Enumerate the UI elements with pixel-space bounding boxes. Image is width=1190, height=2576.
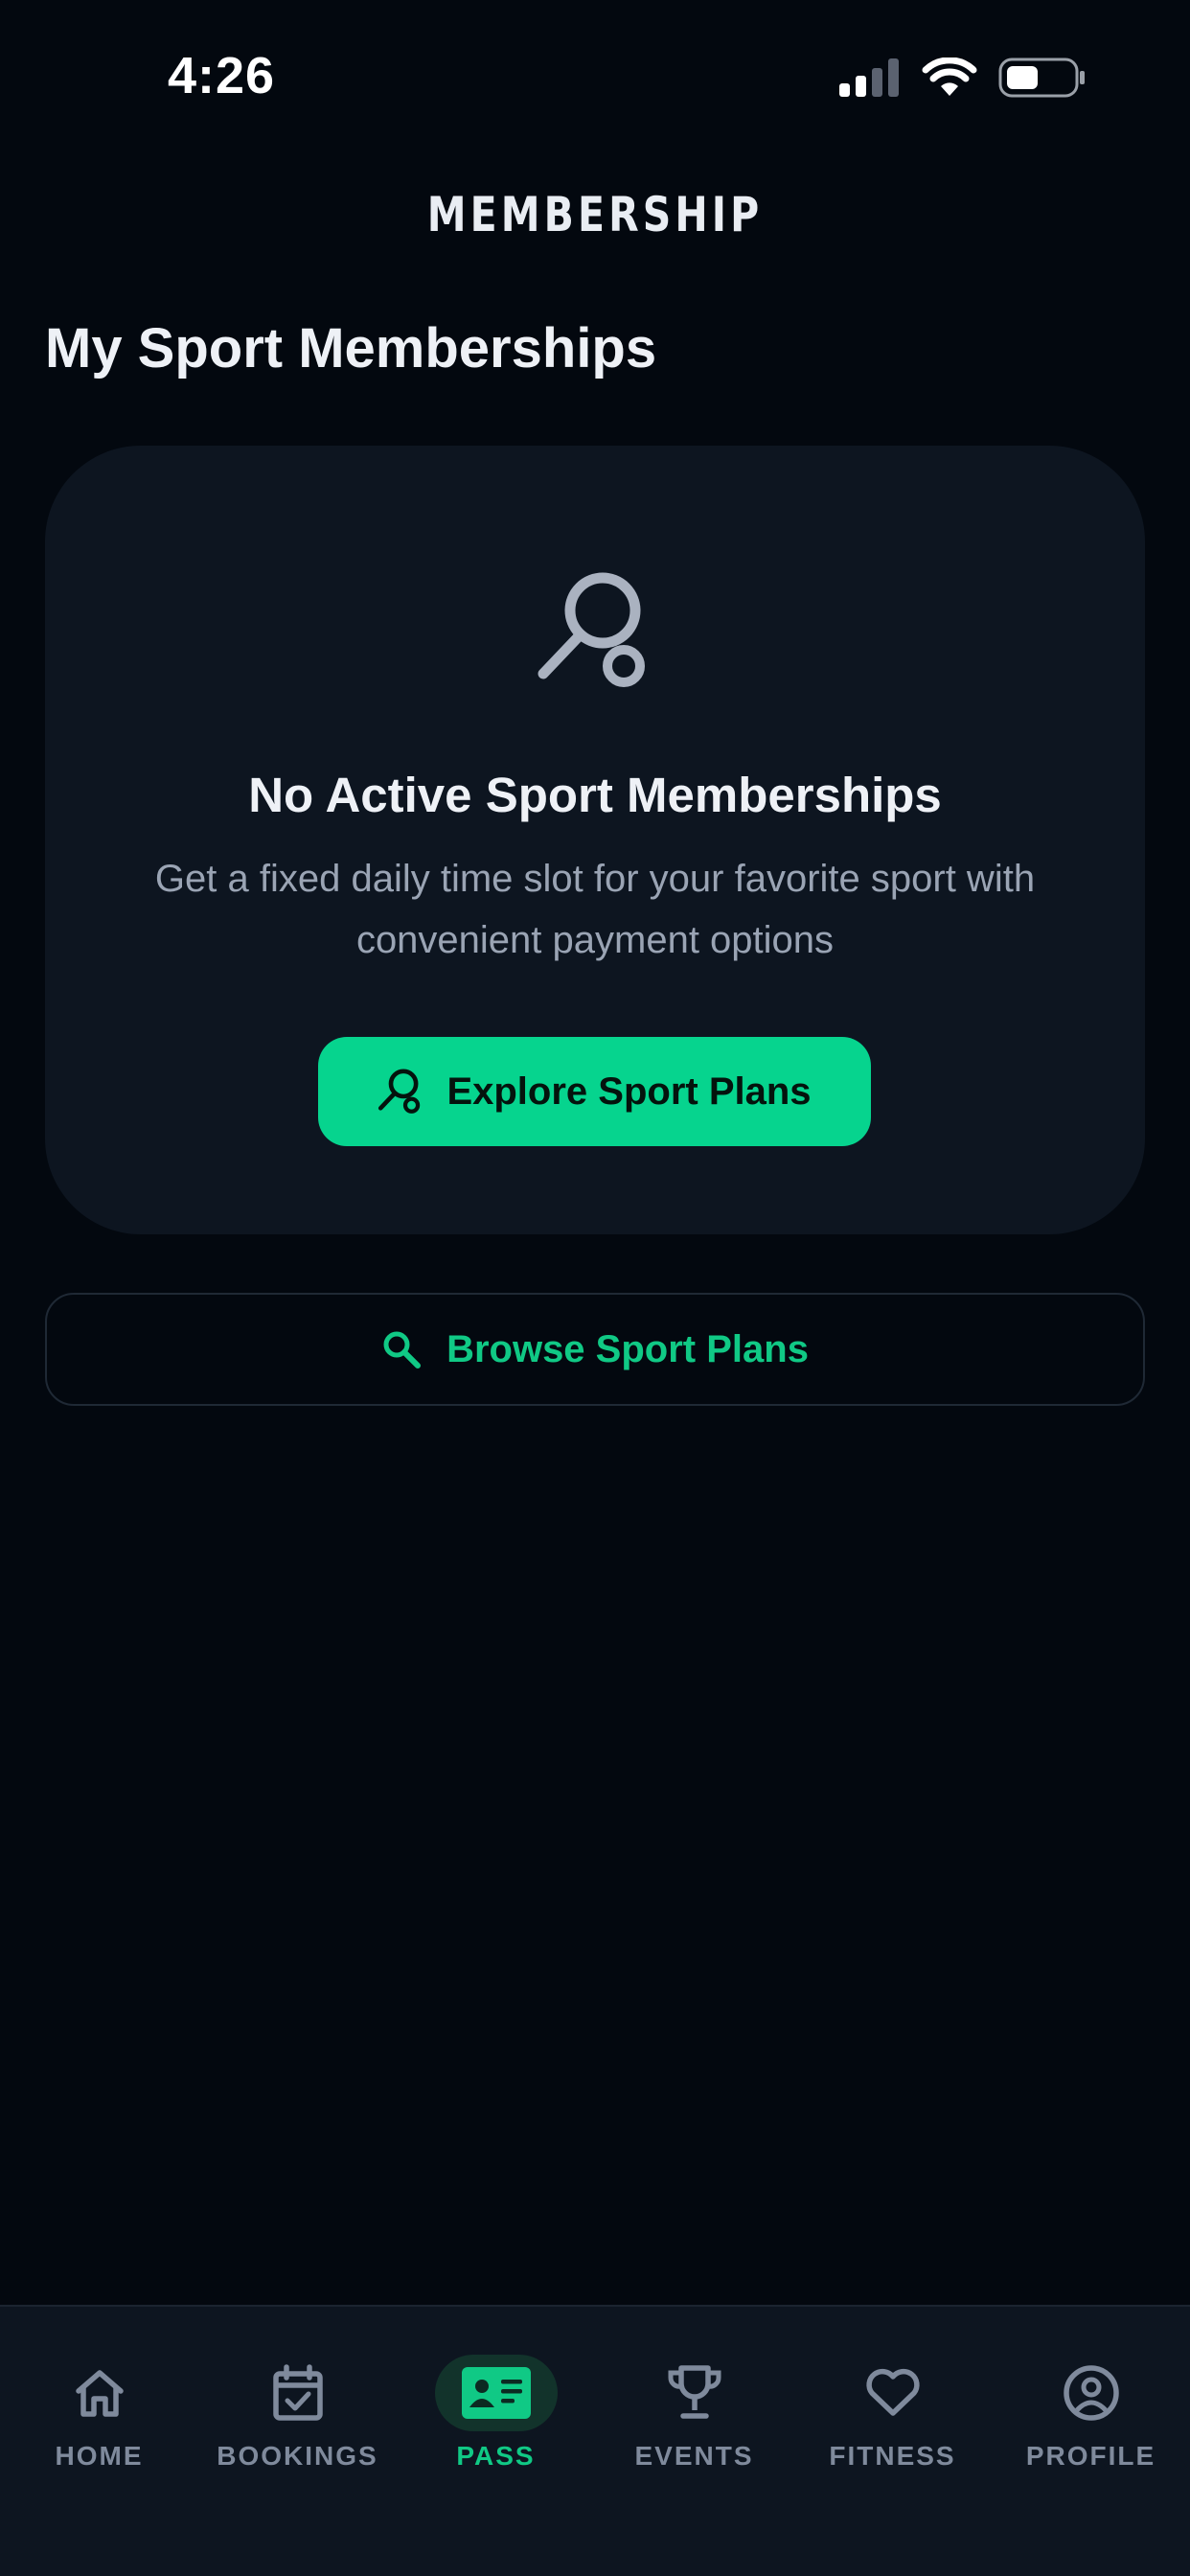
empty-state-card: No Active Sport Memberships Get a fixed …	[45, 446, 1145, 1234]
page-title: MEMBERSHIP	[426, 187, 764, 242]
tab-label: BOOKINGS	[217, 2441, 378, 2471]
tab-fitness[interactable]: FITNESS	[793, 2307, 992, 2498]
cellular-signal-icon	[839, 58, 899, 97]
status-bar: 4:26	[0, 0, 1190, 144]
browse-button-label: Browse Sport Plans	[446, 1327, 809, 1370]
tab-home[interactable]: HOME	[0, 2307, 198, 2498]
search-icon	[383, 1331, 422, 1368]
tab-label: FITNESS	[829, 2441, 956, 2471]
tab-label: EVENTS	[634, 2441, 754, 2471]
tennis-racket-icon	[538, 572, 645, 687]
tennis-racket-icon	[378, 1069, 421, 1114]
wifi-icon	[922, 58, 977, 96]
tab-profile[interactable]: PROFILE	[992, 2307, 1190, 2498]
tab-profile-icon-wrap	[1030, 2355, 1153, 2431]
tab-bookings[interactable]: BOOKINGS	[198, 2307, 397, 2498]
tab-pass[interactable]: PASS	[397, 2307, 595, 2498]
tab-home-icon-wrap	[38, 2355, 161, 2431]
tab-bookings-icon-wrap	[237, 2355, 359, 2431]
explore-button-label: Explore Sport Plans	[446, 1070, 812, 1113]
home-icon	[75, 2370, 124, 2417]
tab-pass-icon-wrap	[434, 2355, 558, 2431]
heart-icon	[865, 2368, 920, 2416]
tab-fitness-icon-wrap	[832, 2355, 954, 2431]
membership-screen: 4:26 MEMBERSHIP My Sport Memberships No …	[0, 0, 1190, 2576]
id-card-icon	[461, 2367, 531, 2419]
browse-sport-plans-button[interactable]: Browse Sport Plans	[45, 1293, 1145, 1406]
battery-icon	[998, 58, 1085, 98]
tab-label: HOME	[55, 2441, 144, 2471]
calendar-check-icon	[272, 2364, 323, 2421]
section-title: My Sport Memberships	[45, 317, 657, 380]
trophy-icon	[668, 2365, 721, 2419]
status-time: 4:26	[168, 47, 276, 104]
tab-bar: HOME BOOKINGS PASS EVENTS FITNESS PROFIL…	[0, 2305, 1190, 2576]
tab-label: PROFILE	[1025, 2441, 1156, 2471]
user-circle-icon	[1063, 2365, 1119, 2421]
tab-events-icon-wrap	[633, 2355, 756, 2431]
empty-state-subtitle: Get a fixed daily time slot for your fav…	[154, 858, 1036, 961]
status-icons	[839, 58, 1087, 98]
explore-sport-plans-button[interactable]: Explore Sport Plans	[318, 1037, 871, 1146]
tab-label: PASS	[456, 2441, 536, 2471]
tab-events[interactable]: EVENTS	[595, 2307, 793, 2498]
empty-state-heading: No Active Sport Memberships	[248, 768, 942, 822]
